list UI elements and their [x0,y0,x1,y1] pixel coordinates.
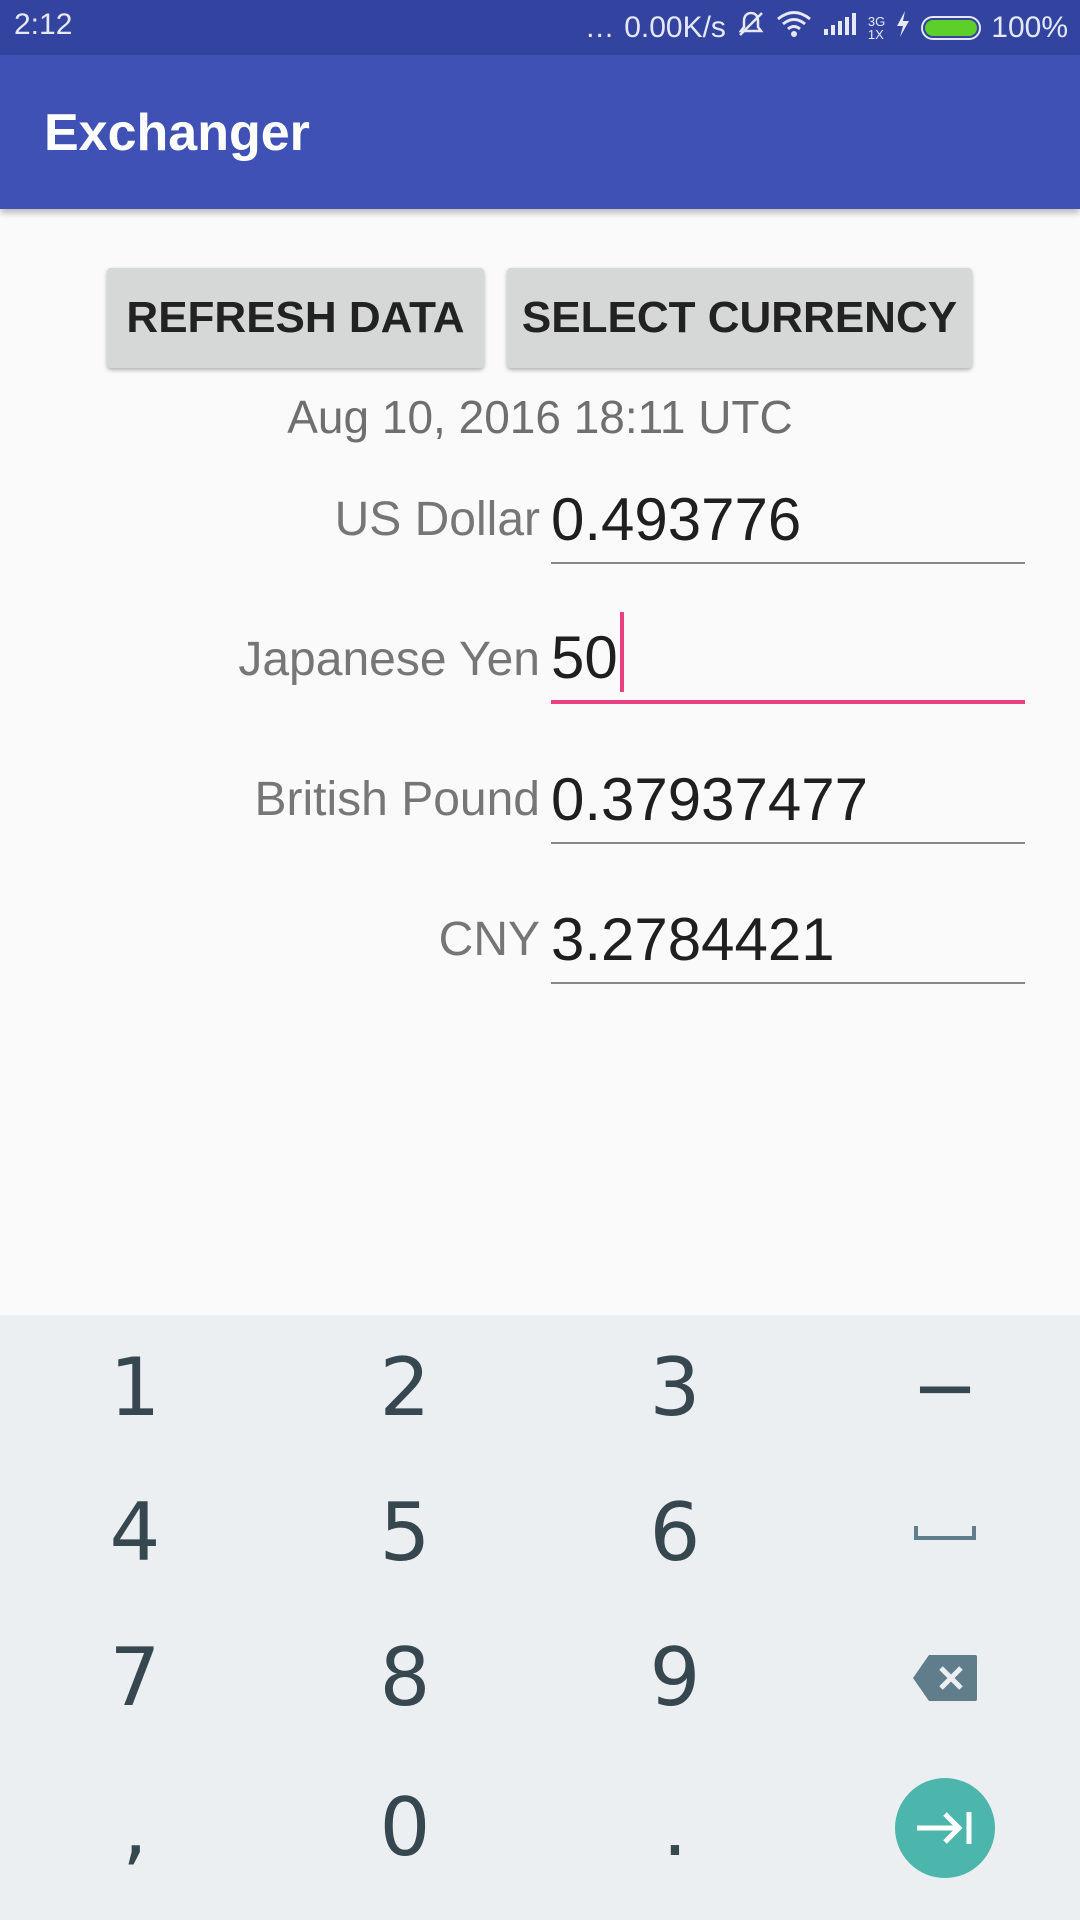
app-title: Exchanger [44,104,310,162]
status-bar: 2:12 ... 0.00K/s 3G 1X 100% [0,0,1080,55]
network-speed: 0.00K/s [624,11,726,44]
currency-label: US Dollar [334,493,540,546]
last-updated-timestamp: Aug 10, 2016 18:11 UTC [287,391,793,443]
tab-arrow-icon [917,1811,972,1844]
status-time: 2:12 [14,8,73,41]
currency-row-jpy: Japanese Yen 50 [0,612,1080,722]
key-0[interactable]: 0 [270,1755,540,1900]
refresh-data-button[interactable]: REFRESH DATA [107,268,484,368]
key-minus[interactable]: − [810,1315,1080,1460]
currency-label: British Pound [254,773,541,826]
key-period[interactable]: . [540,1755,810,1900]
key-9[interactable]: 9 [540,1605,810,1750]
status-icons: ... 0.00K/s 3G 1X 100% [586,6,1068,50]
battery-percent: 100% [991,11,1068,44]
gbp-amount-field[interactable]: 0.37937477 [551,752,1025,844]
key-5[interactable]: 5 [270,1460,540,1605]
app-bar: Exchanger [0,55,1080,209]
usd-amount-field[interactable]: 0.493776 [551,472,1025,564]
key-backspace[interactable] [810,1605,1080,1750]
currency-row-cny: CNY 3.2784421 [0,892,1080,1002]
next-button[interactable] [895,1777,995,1878]
key-8[interactable]: 8 [270,1605,540,1750]
key-comma[interactable]: , [0,1755,270,1900]
numeric-keyboard: 1 2 3 − 4 5 6 7 8 9 , 0 . [0,1315,1080,1920]
currency-row-gbp: British Pound 0.37937477 [0,752,1080,862]
wifi-icon [776,10,812,46]
key-next[interactable] [810,1755,1080,1900]
battery-icon [921,16,982,40]
cny-amount-field[interactable]: 3.2784421 [551,892,1025,984]
backspace-icon [913,1654,977,1701]
key-1[interactable]: 1 [0,1315,270,1460]
jpy-amount-field[interactable]: 50 [551,612,1025,704]
key-2[interactable]: 2 [270,1315,540,1460]
charging-icon [895,10,911,46]
notification-dots: ... [586,11,615,44]
key-6[interactable]: 6 [540,1460,810,1605]
key-space[interactable] [810,1460,1080,1605]
network-type: 3G 1X [867,14,886,42]
key-4[interactable]: 4 [0,1460,270,1605]
signal-icon [822,11,858,45]
currency-row-usd: US Dollar 0.493776 [0,472,1080,582]
text-cursor [619,612,624,692]
mute-icon [736,9,766,47]
currency-label: CNY [438,913,540,966]
currency-label: Japanese Yen [238,633,540,686]
space-icon [914,1525,976,1540]
key-3[interactable]: 3 [540,1315,810,1460]
select-currency-button[interactable]: SELECT CURRENCY [507,268,972,368]
key-7[interactable]: 7 [0,1605,270,1750]
